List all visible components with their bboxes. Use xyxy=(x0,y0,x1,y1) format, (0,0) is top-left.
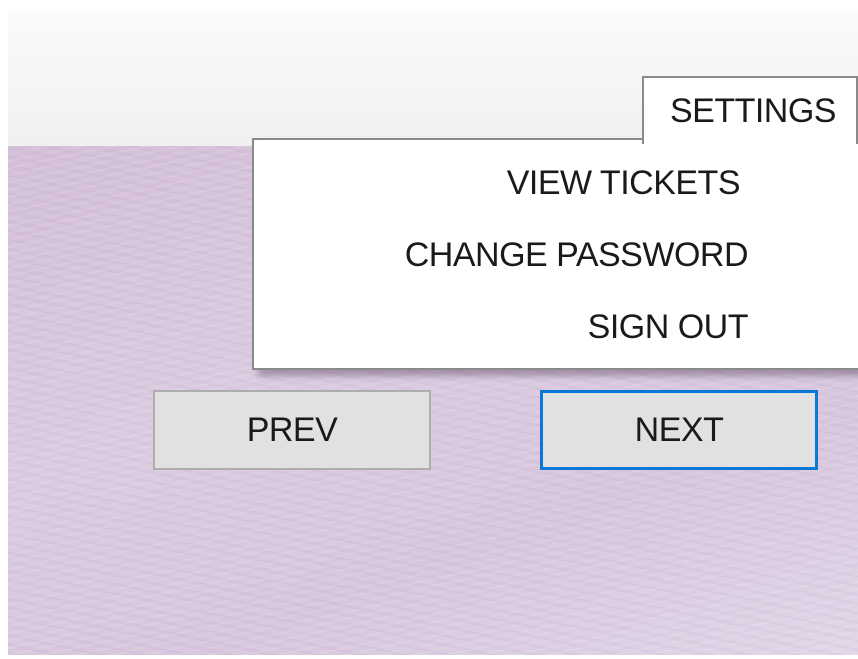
menu-item-sign-out[interactable]: SIGN OUT xyxy=(254,294,858,360)
prev-button-label: PREV xyxy=(246,410,338,449)
menu-item-label: SIGN OUT xyxy=(587,307,749,346)
prev-button[interactable]: PREV xyxy=(153,390,431,470)
menu-item-view-tickets[interactable]: VIEW TICKETS xyxy=(254,150,858,216)
menu-item-change-password[interactable]: CHANGE PASSWORD xyxy=(254,222,858,288)
menu-item-label: CHANGE PASSWORD xyxy=(404,235,749,274)
next-button[interactable]: NEXT xyxy=(540,390,818,470)
next-button-label: NEXT xyxy=(634,410,724,449)
settings-dropdown: VIEW TICKETS CHANGE PASSWORD SIGN OUT xyxy=(252,138,858,370)
settings-menu-label: SETTINGS xyxy=(669,91,837,130)
menu-item-label: VIEW TICKETS xyxy=(506,163,741,202)
app-window: SETTINGS VIEW TICKETS CHANGE PASSWORD SI… xyxy=(8,10,858,655)
settings-menu-button[interactable]: SETTINGS xyxy=(642,76,858,144)
